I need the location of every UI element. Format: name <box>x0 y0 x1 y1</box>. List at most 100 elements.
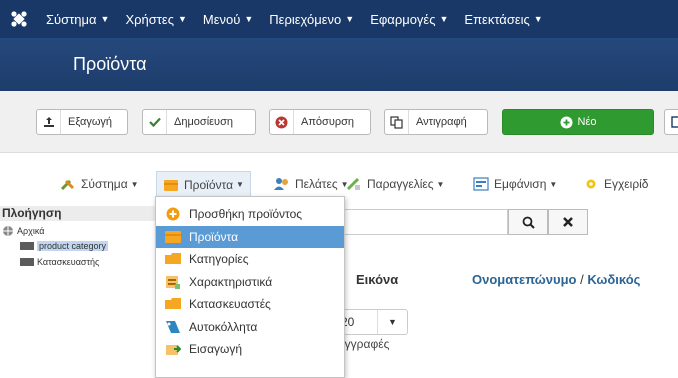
menu-extensions[interactable]: Επεκτάσεις ▼ <box>456 0 550 38</box>
dropdown-item-label: Αυτοκόλλητα <box>189 319 258 334</box>
dropdown-item-labels[interactable]: Αυτοκόλλητα <box>156 316 344 339</box>
column-header-separator: / <box>576 272 588 287</box>
attributes-icon <box>165 274 181 290</box>
cmenu-manual[interactable]: Εγχειρίδ <box>583 171 649 197</box>
gear-icon <box>583 177 599 191</box>
search-button[interactable] <box>508 209 548 235</box>
dropdown-item-label: Εισαγωγή <box>189 342 243 357</box>
folder-icon <box>163 178 179 192</box>
unpublish-button[interactable]: Απόσυρση <box>269 109 371 135</box>
publish-label: Δημοσίευση <box>174 116 233 128</box>
column-header-image: Εικόνα <box>356 272 399 287</box>
copy-label: Αντιγραφή <box>416 116 467 128</box>
check-icon <box>143 110 167 134</box>
navigation-sidebar: Πλοήγηση Αρχικά product category Κατασκε… <box>0 206 160 378</box>
search-input[interactable] <box>338 209 508 235</box>
dropdown-item-label: Κατηγορίες <box>189 252 249 267</box>
cmenu-customers[interactable]: Πελάτες ▼ <box>274 171 349 197</box>
menu-users-label: Χρήστες <box>125 11 174 27</box>
menu-users[interactable]: Χρήστες ▼ <box>117 0 194 38</box>
chevron-down-icon: ▼ <box>549 179 558 189</box>
close-icon <box>563 217 573 227</box>
new-button[interactable]: Νέο <box>502 109 654 135</box>
search-icon <box>522 216 535 229</box>
dropdown-item-categories[interactable]: Κατηγορίες <box>156 248 344 271</box>
edit-button[interactable] <box>664 109 678 135</box>
dropdown-item-label: Προσθήκη προϊόντος <box>189 207 303 222</box>
menu-extensions-label: Επεκτάσεις <box>464 11 530 27</box>
tree-item-product-category[interactable]: product category <box>20 239 160 253</box>
chevron-down-icon: ▼ <box>345 14 355 24</box>
menu-content-label: Περιεχόμενο <box>269 11 342 27</box>
publish-button[interactable]: Δημοσίευση <box>142 109 256 135</box>
label-icon <box>165 319 181 335</box>
orders-icon <box>346 177 362 191</box>
list-limit-value: 20 <box>341 315 355 329</box>
sidebar-heading: Πλοήγηση <box>0 206 160 221</box>
cmenu-system[interactable]: Σύστημα ▼ <box>60 171 139 197</box>
cmenu-system-label: Σύστημα <box>81 177 128 191</box>
copy-button[interactable]: Αντιγραφή <box>384 109 488 135</box>
clear-search-button[interactable] <box>548 209 588 235</box>
copy-icon <box>385 110 409 134</box>
chevron-down-icon: ▼ <box>244 14 254 24</box>
column-header-code-label[interactable]: Κωδικός <box>587 272 640 287</box>
chevron-down-icon: ▼ <box>533 14 543 24</box>
column-header-name-label[interactable]: Ονοματεπώνυμο <box>472 272 576 287</box>
joomla-logo-icon[interactable] <box>0 0 38 38</box>
cmenu-products[interactable]: Προϊόντα ▼ <box>156 171 251 197</box>
dropdown-item-manufacturers[interactable]: Κατασκευαστές <box>156 293 344 316</box>
folder-icon <box>20 258 34 266</box>
new-label: Νέο <box>577 116 597 128</box>
tree-item-label: product category <box>37 241 109 251</box>
tools-icon <box>60 177 76 191</box>
chevron-down-icon: ▼ <box>236 180 244 189</box>
toolbar: Εξαγωγή Δημοσίευση Απόσυρση Αντιγραφή Νέ… <box>0 91 678 153</box>
tree-root-label: Αρχικά <box>17 226 45 236</box>
export-button[interactable]: Εξαγωγή <box>36 109 128 135</box>
menu-components[interactable]: Εφαρμογές ▼ <box>362 0 456 38</box>
menu-menus[interactable]: Μενού ▼ <box>195 0 261 38</box>
dropdown-item-add-product[interactable]: Προσθήκη προϊόντος <box>156 203 344 226</box>
folder-open-icon <box>165 296 181 312</box>
dropdown-item-import[interactable]: Εισαγωγή <box>156 338 344 361</box>
tree-root[interactable]: Αρχικά <box>0 225 160 237</box>
tree-item-label: Κατασκευαστής <box>37 257 100 267</box>
folder-icon <box>20 242 34 250</box>
dropdown-item-attributes[interactable]: Χαρακτηριστικά <box>156 271 344 294</box>
times-circle-icon <box>270 110 294 134</box>
chevron-down-icon: ▼ <box>439 14 449 24</box>
folder-open-icon <box>165 251 181 267</box>
component-menu: Σύστημα ▼ Προϊόντα ▼ Πελάτες ▼ Παραγγελίες ▼… <box>0 153 678 201</box>
menu-system-label: Σύστημα <box>46 11 97 27</box>
dropdown-item-label: Χαρακτηριστικά <box>189 274 273 289</box>
cmenu-products-label: Προϊόντα <box>184 177 234 192</box>
dropdown-item-products[interactable]: Προϊόντα <box>156 225 344 248</box>
cmenu-appearance[interactable]: Εμφάνιση ▼ <box>473 171 557 197</box>
admin-menu-bar: Σύστημα ▼ Χρήστες ▼ Μενού ▼ Περιεχόμενο ▼ Εφ… <box>0 0 678 38</box>
title-bar: Προϊόντα <box>0 38 678 91</box>
chevron-down-icon: ▼ <box>177 14 187 24</box>
column-header-name[interactable]: Ονοματεπώνυμο / Κωδικός <box>472 272 640 287</box>
plus-circle-icon <box>165 206 181 222</box>
export-label: Εξαγωγή <box>68 116 113 128</box>
cmenu-customers-label: Πελάτες <box>295 177 338 191</box>
menu-content[interactable]: Περιεχόμενο ▼ <box>261 0 362 38</box>
unpublish-label: Απόσυρση <box>301 116 355 128</box>
dropdown-item-label: Προϊόντα <box>189 229 239 244</box>
folder-icon <box>165 229 181 245</box>
products-dropdown: Προσθήκη προϊόντος Προϊόντα Κατηγορίες Χ… <box>155 196 345 378</box>
chevron-down-icon: ▼ <box>436 179 445 189</box>
upload-icon <box>37 110 61 134</box>
menu-system[interactable]: Σύστημα ▼ <box>38 0 117 38</box>
tree-item-manufacturer[interactable]: Κατασκευαστής <box>20 255 160 269</box>
edit-icon <box>665 110 678 134</box>
menu-components-label: Εφαρμογές <box>370 11 436 27</box>
users-icon <box>274 177 290 191</box>
chevron-down-icon: ▼ <box>100 14 110 24</box>
cmenu-orders[interactable]: Παραγγελίες ▼ <box>346 171 444 197</box>
globe-icon <box>2 225 14 237</box>
cmenu-manual-label: Εγχειρίδ <box>604 177 649 191</box>
plus-circle-icon <box>560 116 573 129</box>
import-icon <box>165 341 181 357</box>
